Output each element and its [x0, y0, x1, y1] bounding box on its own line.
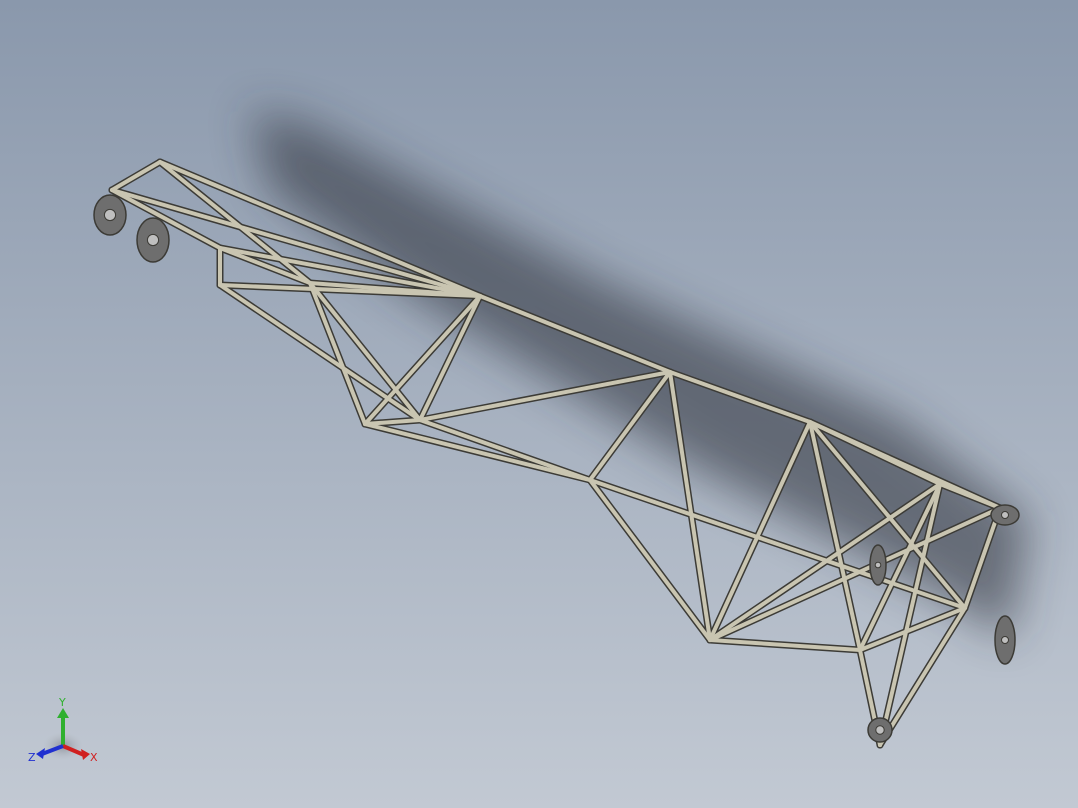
mount-hole — [1001, 636, 1009, 644]
y-arrow-icon — [57, 708, 69, 718]
mount-hole — [103, 208, 117, 222]
mount-hole — [1001, 511, 1009, 519]
model-view[interactable] — [0, 0, 1078, 808]
z-arrow-icon — [36, 748, 45, 759]
y-axis-label: Y — [59, 696, 66, 709]
view-orientation-triad[interactable]: Y X Z — [26, 694, 106, 768]
x-arrow-icon — [81, 749, 90, 760]
mount-hole — [146, 233, 160, 247]
mount-hole — [875, 725, 885, 735]
graphics-viewport[interactable]: Y X Z — [0, 0, 1078, 808]
x-axis-label: X — [90, 751, 98, 764]
z-axis-label: Z — [28, 751, 36, 764]
mount-hole — [874, 561, 882, 569]
